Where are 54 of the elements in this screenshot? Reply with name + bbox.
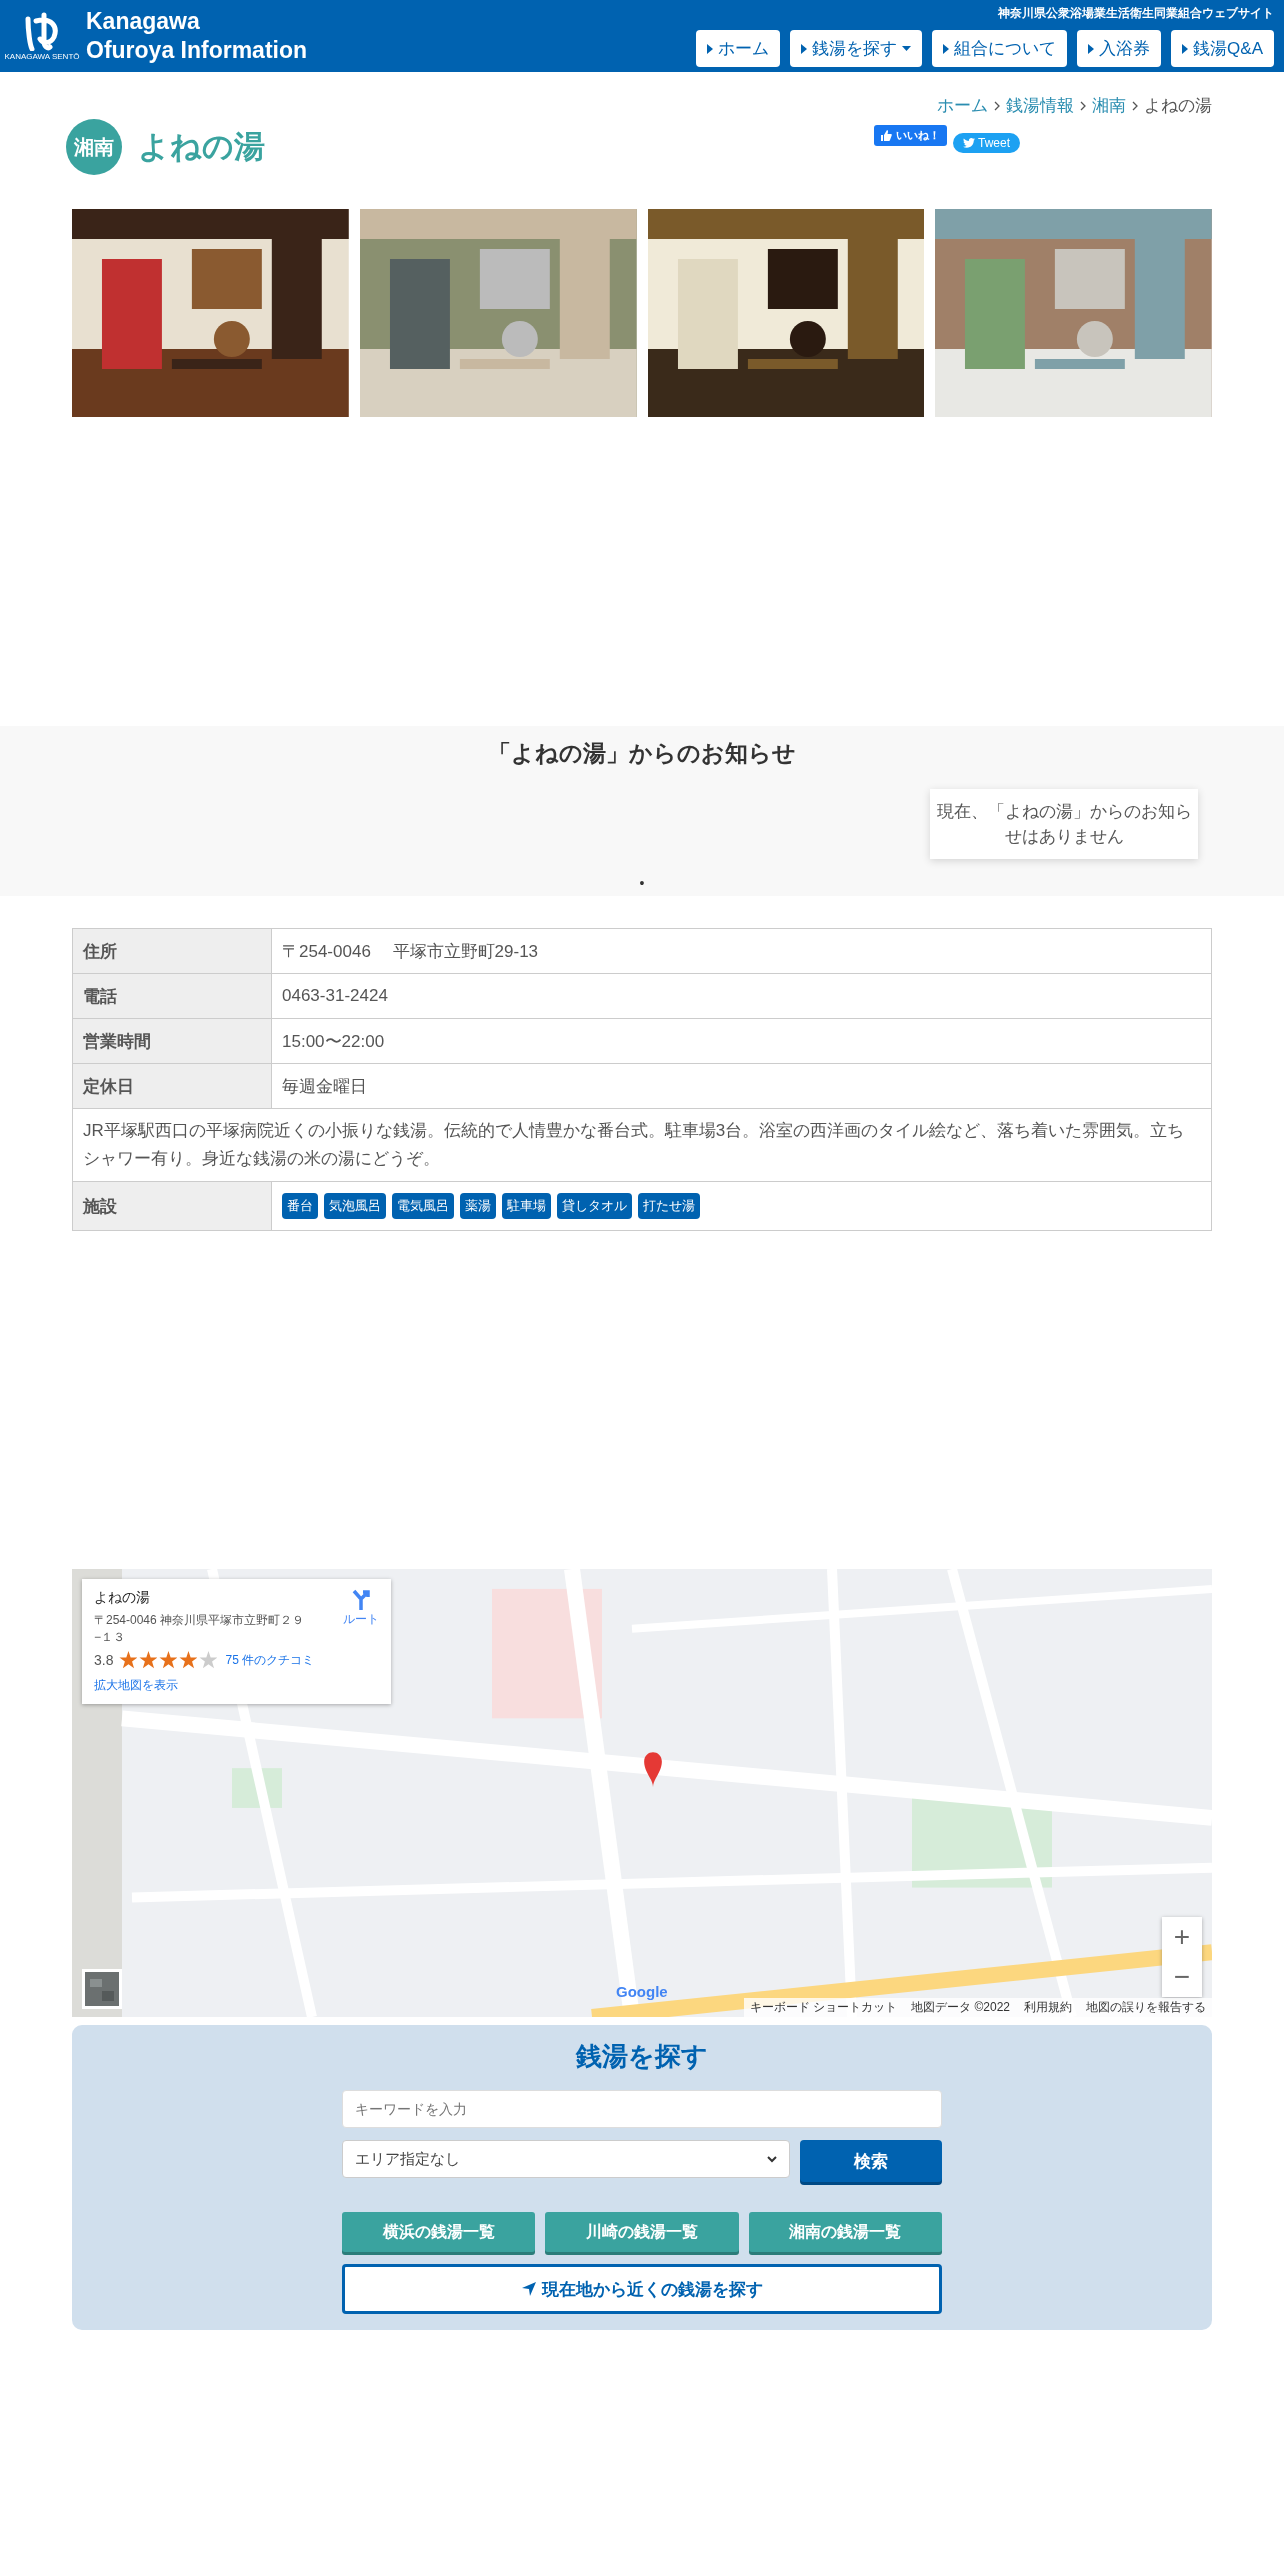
info-label: 電話 (72, 973, 272, 1019)
facility-tag: 番台 (282, 1193, 318, 1219)
google-logo: Google (616, 1983, 668, 2000)
nav-button[interactable]: ホーム (696, 30, 781, 67)
pager-dot[interactable]: • (639, 875, 645, 891)
breadcrumb-link[interactable]: 銭湯情報 (1006, 94, 1074, 117)
info-value: 15:00〜22:00 (271, 1018, 1212, 1064)
logo-caption: KANAGAWA SENTŌ (4, 52, 80, 61)
site-title[interactable]: Ofuroya Information (86, 36, 308, 65)
nav-button[interactable]: 組合について (932, 30, 1068, 67)
site-title[interactable]: Kanagawa (86, 7, 308, 36)
larger-map-link[interactable]: 拡大地図を表示 (94, 1677, 379, 1694)
nearby-search-button[interactable]: 現在地から近くの銭湯を探す (342, 2264, 942, 2314)
search-heading: 銭湯を探す (576, 2040, 708, 2073)
info-value: 0463-31-2424 (271, 973, 1212, 1019)
info-label: 住所 (72, 928, 272, 974)
bathhouse-title: よねの湯 (138, 128, 265, 166)
zoom-in-button[interactable]: + (1162, 1917, 1202, 1957)
facility-tag: 駐車場 (502, 1193, 551, 1219)
facility-tag: 気泡風呂 (324, 1193, 386, 1219)
attribution-link[interactable]: 地図データ ©2022 (911, 1999, 1010, 2016)
rating-value: 3.8 (94, 1652, 114, 1668)
notice-heading: 「よねの湯」からのお知らせ (488, 739, 796, 768)
keyword-field[interactable]: キーワードを入力 (342, 2090, 942, 2128)
attribution-link[interactable]: 利用規約 (1024, 1999, 1072, 2016)
facility-tag: 電気風呂 (392, 1193, 454, 1219)
info-label: 営業時間 (72, 1018, 272, 1064)
zoom-out-button[interactable]: − (1162, 1957, 1202, 1997)
facility-tag: 打たせ湯 (638, 1193, 700, 1219)
breadcrumb-current: よねの湯 (1144, 95, 1212, 117)
info-value: 〒254-0046 平塚市立野町29-13 (271, 928, 1212, 974)
attribution-link[interactable]: キーボード ショートカット (749, 1999, 898, 2016)
area-dropdown[interactable]: エリア指定なし (342, 2140, 790, 2178)
area-badge: 湘南 (66, 119, 122, 175)
place-name: よねの湯 (94, 1589, 151, 1607)
reviews-link[interactable]: 75 件のクチコミ (225, 1651, 315, 1669)
site-tagline: 神奈川県公衆浴場業生活衛生同業組合ウェブサイト (998, 5, 1274, 22)
like-button[interactable]: いいね！ (874, 125, 947, 146)
facility-tag: 貸しタオル (557, 1193, 632, 1219)
search-button[interactable]: 検索 (800, 2140, 942, 2182)
nav-button[interactable]: 銭湯を探す (790, 30, 923, 67)
info-label: 定休日 (72, 1063, 272, 1109)
notice-message: 現在、「よねの湯」からのお知らせはありません (930, 789, 1198, 859)
breadcrumb-link[interactable]: ホーム (937, 94, 988, 117)
breadcrumb-link[interactable]: 湘南 (1092, 94, 1126, 117)
route-button[interactable]: ルート (343, 1589, 379, 1628)
attribution-link[interactable]: 地図の誤りを報告する (1086, 1999, 1206, 2016)
info-label: 施設 (72, 1181, 272, 1231)
nav-button[interactable]: 銭湯Q&A (1171, 30, 1274, 67)
nav-button[interactable]: 入浴券 (1077, 30, 1162, 67)
description: JR平塚駅西口の平塚病院近くの小振りな銭湯。伝統的で人情豊かな番台式。駐車場3台。浴室の西洋画のタイル絵など、落ち着いた雰囲気。立ちシャワー有り。身近な銭湯の米の湯にどうぞ。 (72, 1108, 1212, 1182)
place-address: 〒254-0046 神奈川県平塚市立野町２９−１３ (94, 1612, 306, 1646)
facility-tag: 薬湯 (460, 1193, 496, 1219)
info-value: 毎週金曜日 (271, 1063, 1212, 1109)
